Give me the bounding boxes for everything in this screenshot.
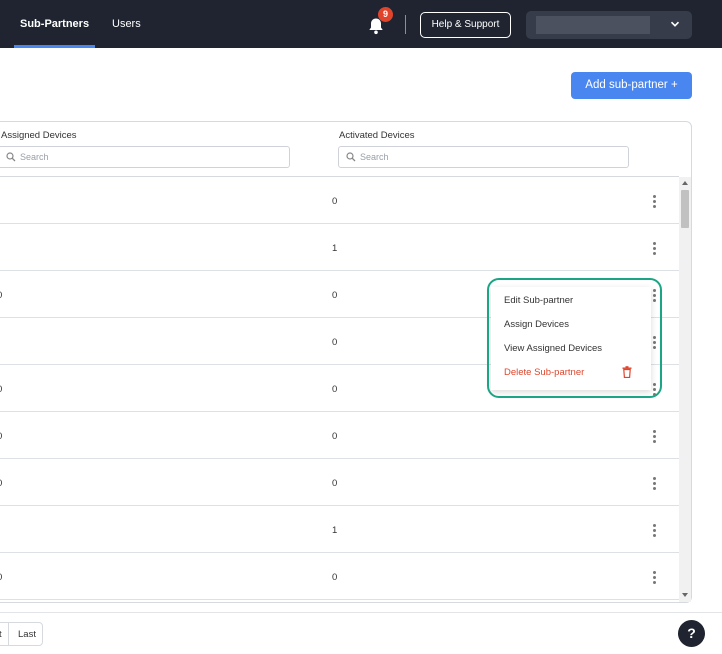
row-actions-icon[interactable] bbox=[649, 194, 659, 210]
column-header-activated-devices: Activated Devices bbox=[339, 130, 415, 141]
assigned-devices-cell: 0 bbox=[0, 290, 2, 301]
search-icon bbox=[346, 152, 356, 162]
help-question-button[interactable]: ? bbox=[678, 620, 705, 647]
assigned-devices-cell: 0 bbox=[0, 431, 2, 442]
activated-devices-cell: 1 bbox=[332, 243, 338, 254]
activated-devices-cell: 0 bbox=[332, 478, 338, 489]
activated-devices-search[interactable] bbox=[338, 146, 629, 168]
activated-devices-cell: 0 bbox=[332, 337, 338, 348]
add-sub-partner-button[interactable]: Add sub-partner + bbox=[571, 72, 692, 99]
top-nav-bar: Sub-Partners Users 9 Help & Support bbox=[0, 0, 722, 48]
assigned-devices-search[interactable] bbox=[0, 146, 290, 168]
table-row[interactable]: 0 0 bbox=[0, 553, 679, 600]
chevron-down-icon bbox=[670, 21, 680, 27]
table-row[interactable]: 1 bbox=[0, 224, 679, 271]
table-scrollbar[interactable] bbox=[679, 177, 691, 602]
nav-divider bbox=[405, 15, 406, 34]
table-row[interactable]: 0 0 bbox=[0, 459, 679, 506]
table-row[interactable]: 0 0 bbox=[0, 412, 679, 459]
pagination-separator bbox=[8, 623, 9, 645]
activated-devices-cell: 0 bbox=[332, 572, 338, 583]
pagination-prev-button[interactable]: t bbox=[0, 629, 2, 640]
row-actions-icon[interactable] bbox=[649, 241, 659, 257]
search-icon bbox=[6, 152, 16, 162]
pagination: t Last bbox=[0, 622, 43, 646]
assigned-devices-search-input[interactable] bbox=[20, 149, 170, 165]
pagination-last-button[interactable]: Last bbox=[18, 629, 36, 640]
footer-divider bbox=[0, 612, 722, 613]
activated-devices-cell: 0 bbox=[332, 431, 338, 442]
table-row[interactable]: 1 bbox=[0, 506, 679, 553]
activated-devices-cell: 0 bbox=[332, 290, 338, 301]
account-name-redacted bbox=[536, 16, 650, 34]
activated-devices-search-input[interactable] bbox=[360, 149, 510, 165]
column-header-assigned-devices: Assigned Devices bbox=[1, 130, 77, 141]
assigned-devices-cell: 0 bbox=[0, 478, 2, 489]
activated-devices-cell: 1 bbox=[332, 525, 338, 536]
table-row[interactable]: 0 bbox=[0, 177, 679, 224]
notification-badge: 9 bbox=[378, 7, 393, 22]
tab-sub-partners[interactable]: Sub-Partners bbox=[13, 0, 96, 48]
row-actions-icon[interactable] bbox=[649, 429, 659, 445]
activated-devices-cell: 0 bbox=[332, 384, 338, 395]
assigned-devices-cell: 0 bbox=[0, 384, 2, 395]
row-actions-icon[interactable] bbox=[649, 523, 659, 539]
help-support-button[interactable]: Help & Support bbox=[420, 12, 511, 38]
row-actions-icon[interactable] bbox=[649, 476, 659, 492]
assigned-devices-cell: 0 bbox=[0, 572, 2, 583]
menu-highlight-ring bbox=[487, 278, 662, 398]
scroll-down-icon[interactable] bbox=[682, 593, 688, 597]
activated-devices-cell: 0 bbox=[332, 196, 338, 207]
scroll-up-icon[interactable] bbox=[682, 181, 688, 185]
scrollbar-thumb[interactable] bbox=[681, 190, 689, 228]
tab-users[interactable]: Users bbox=[112, 0, 141, 48]
row-actions-icon[interactable] bbox=[649, 570, 659, 586]
account-menu[interactable] bbox=[526, 11, 692, 39]
